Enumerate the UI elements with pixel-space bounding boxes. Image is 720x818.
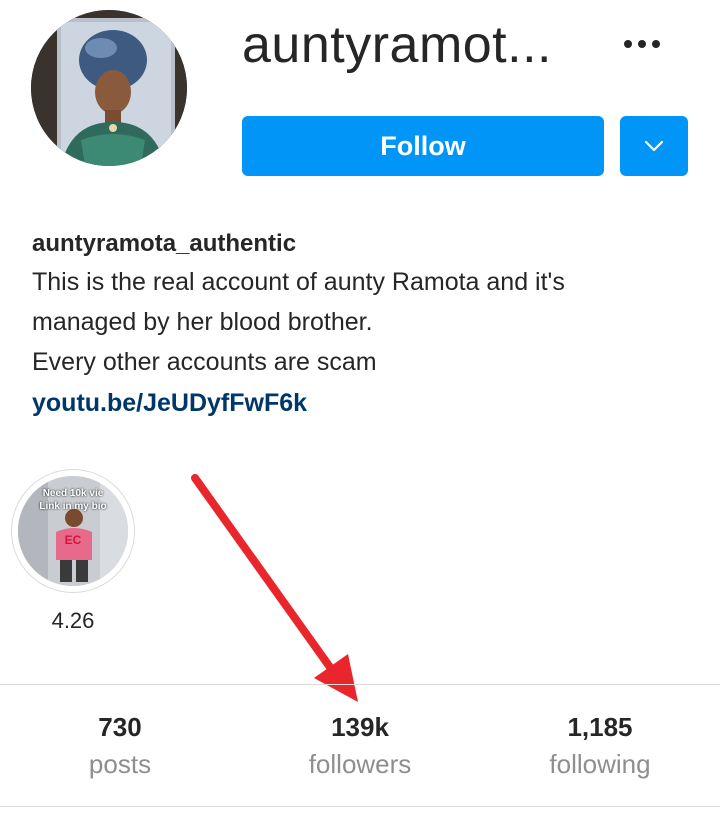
highlight-overlay-subtext: Link in my bio xyxy=(39,501,107,512)
stats-bottom-divider xyxy=(0,806,720,807)
bio-text-line: Every other accounts are scam xyxy=(32,348,377,376)
bio-full-name: auntyramota_authentic xyxy=(32,230,297,257)
suggested-accounts-dropdown-button[interactable] xyxy=(620,116,688,176)
highlight-overlay-text: Need 10k vie xyxy=(42,488,104,499)
story-highlight-thumbnail: Need 10k vie Link in my bio EC xyxy=(18,476,128,586)
profile-bio: auntyramota_authentic This is the real a… xyxy=(32,226,692,424)
bio-text-line: managed by her blood brother. xyxy=(32,308,373,336)
stat-value: 730 xyxy=(98,712,142,742)
following-count[interactable]: 1,185 following xyxy=(480,708,720,782)
stat-label: followers xyxy=(308,749,412,779)
more-horizontal-icon xyxy=(624,40,660,48)
stat-label: posts xyxy=(88,749,152,779)
stat-value: 1,185 xyxy=(567,712,633,742)
story-highlight[interactable]: Need 10k vie Link in my bio EC xyxy=(11,469,135,593)
avatar-photo xyxy=(31,10,187,166)
stats-top-divider xyxy=(0,684,720,685)
chevron-down-icon xyxy=(644,140,664,152)
profile-avatar[interactable] xyxy=(31,10,187,166)
stat-value: 139k xyxy=(331,712,389,742)
story-highlight-label: 4.26 xyxy=(51,608,95,633)
highlight-shirt-text: EC xyxy=(64,533,82,547)
profile-username: auntyramot... xyxy=(242,16,552,74)
stat-label: following xyxy=(549,749,651,779)
bio-text-line: This is the real account of aunty Ramota… xyxy=(32,268,565,296)
follow-button[interactable]: Follow xyxy=(242,116,604,176)
bio-link[interactable]: youtu.be/JeUDyfFwF6k xyxy=(32,382,692,424)
followers-count[interactable]: 139k followers xyxy=(240,708,480,782)
more-options-button[interactable] xyxy=(614,26,670,62)
posts-count[interactable]: 730 posts xyxy=(0,708,240,782)
